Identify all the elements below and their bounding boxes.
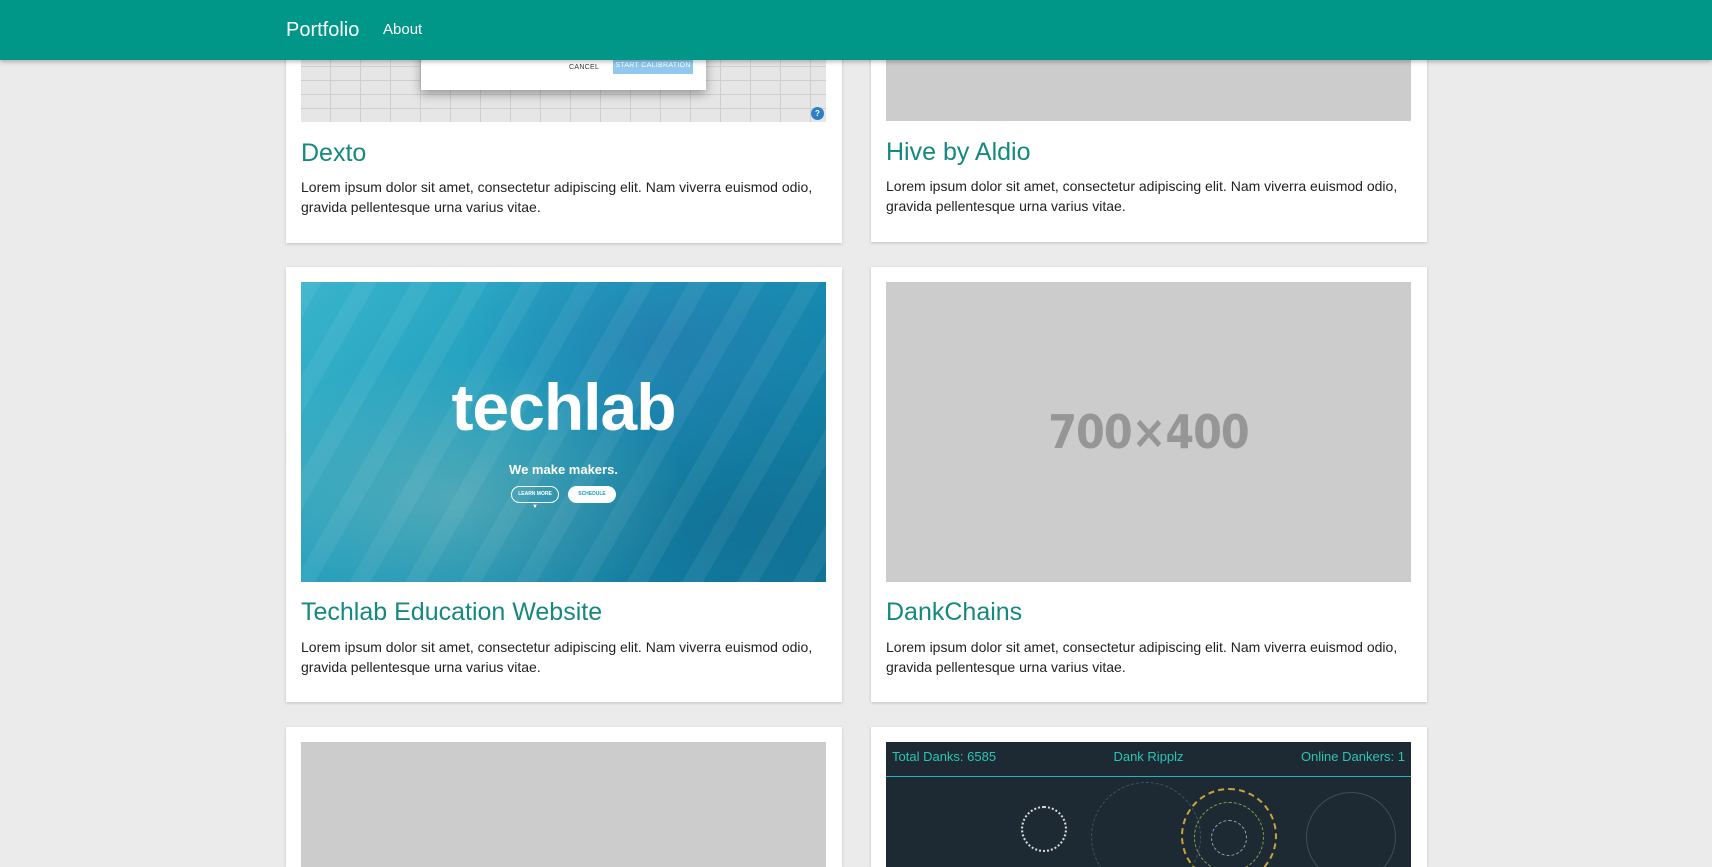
online-dankers-counter: Online Dankers: 1 (1300, 749, 1405, 764)
dialog-cancel-button: CANCEL (569, 64, 600, 71)
placeholder-size-label: 700×400 (1048, 405, 1249, 459)
project-description: Lorem ipsum dolor sit amet, consectetur … (301, 179, 813, 215)
project-image-5 (301, 742, 826, 867)
project-title[interactable]: Hive by Aldio (886, 137, 1031, 167)
project-card-5[interactable] (286, 727, 842, 867)
techlab-schedule-button: SCHEDULE (568, 486, 616, 503)
project-description: Lorem ipsum dolor sit amet, consectetur … (301, 639, 813, 675)
techlab-tagline: We make makers. (509, 462, 618, 477)
project-image-techlab: techlab We make makers. LEARN MORE SCHED… (301, 282, 826, 582)
project-title[interactable]: DankChains (886, 597, 1022, 627)
project-image-dankchains: 700×400 (886, 282, 1411, 582)
project-title[interactable]: Techlab Education Website (301, 597, 602, 627)
project-card-techlab[interactable]: techlab We make makers. LEARN MORE SCHED… (286, 267, 842, 702)
project-image-dank-ripplz: Total Danks: 6585 Dank Ripplz Online Dan… (886, 742, 1411, 867)
project-title[interactable]: Dexto (301, 138, 366, 168)
project-description: Lorem ipsum dolor sit amet, consectetur … (886, 178, 1398, 214)
dank-ripplz-header: Total Danks: 6585 Dank Ripplz Online Dan… (886, 742, 1411, 777)
navbar: Portfolio About (0, 0, 1712, 60)
chevron-down-icon: ▼ (532, 504, 538, 510)
project-card-dank-ripplz[interactable]: Total Danks: 6585 Dank Ripplz Online Dan… (871, 727, 1427, 867)
brand-link[interactable]: Portfolio (286, 18, 359, 42)
nav-link-about[interactable]: About (383, 21, 422, 39)
help-icon: ? (811, 107, 824, 120)
ripple-graphic (1211, 820, 1247, 856)
techlab-learn-more-button: LEARN MORE (511, 486, 559, 503)
project-description: Lorem ipsum dolor sit amet, consectetur … (886, 639, 1398, 675)
techlab-logo-text: techlab (451, 370, 676, 444)
ripple-graphic (1021, 806, 1067, 852)
project-card-dankchains[interactable]: 700×400 DankChains Lorem ipsum dolor sit… (871, 267, 1427, 702)
